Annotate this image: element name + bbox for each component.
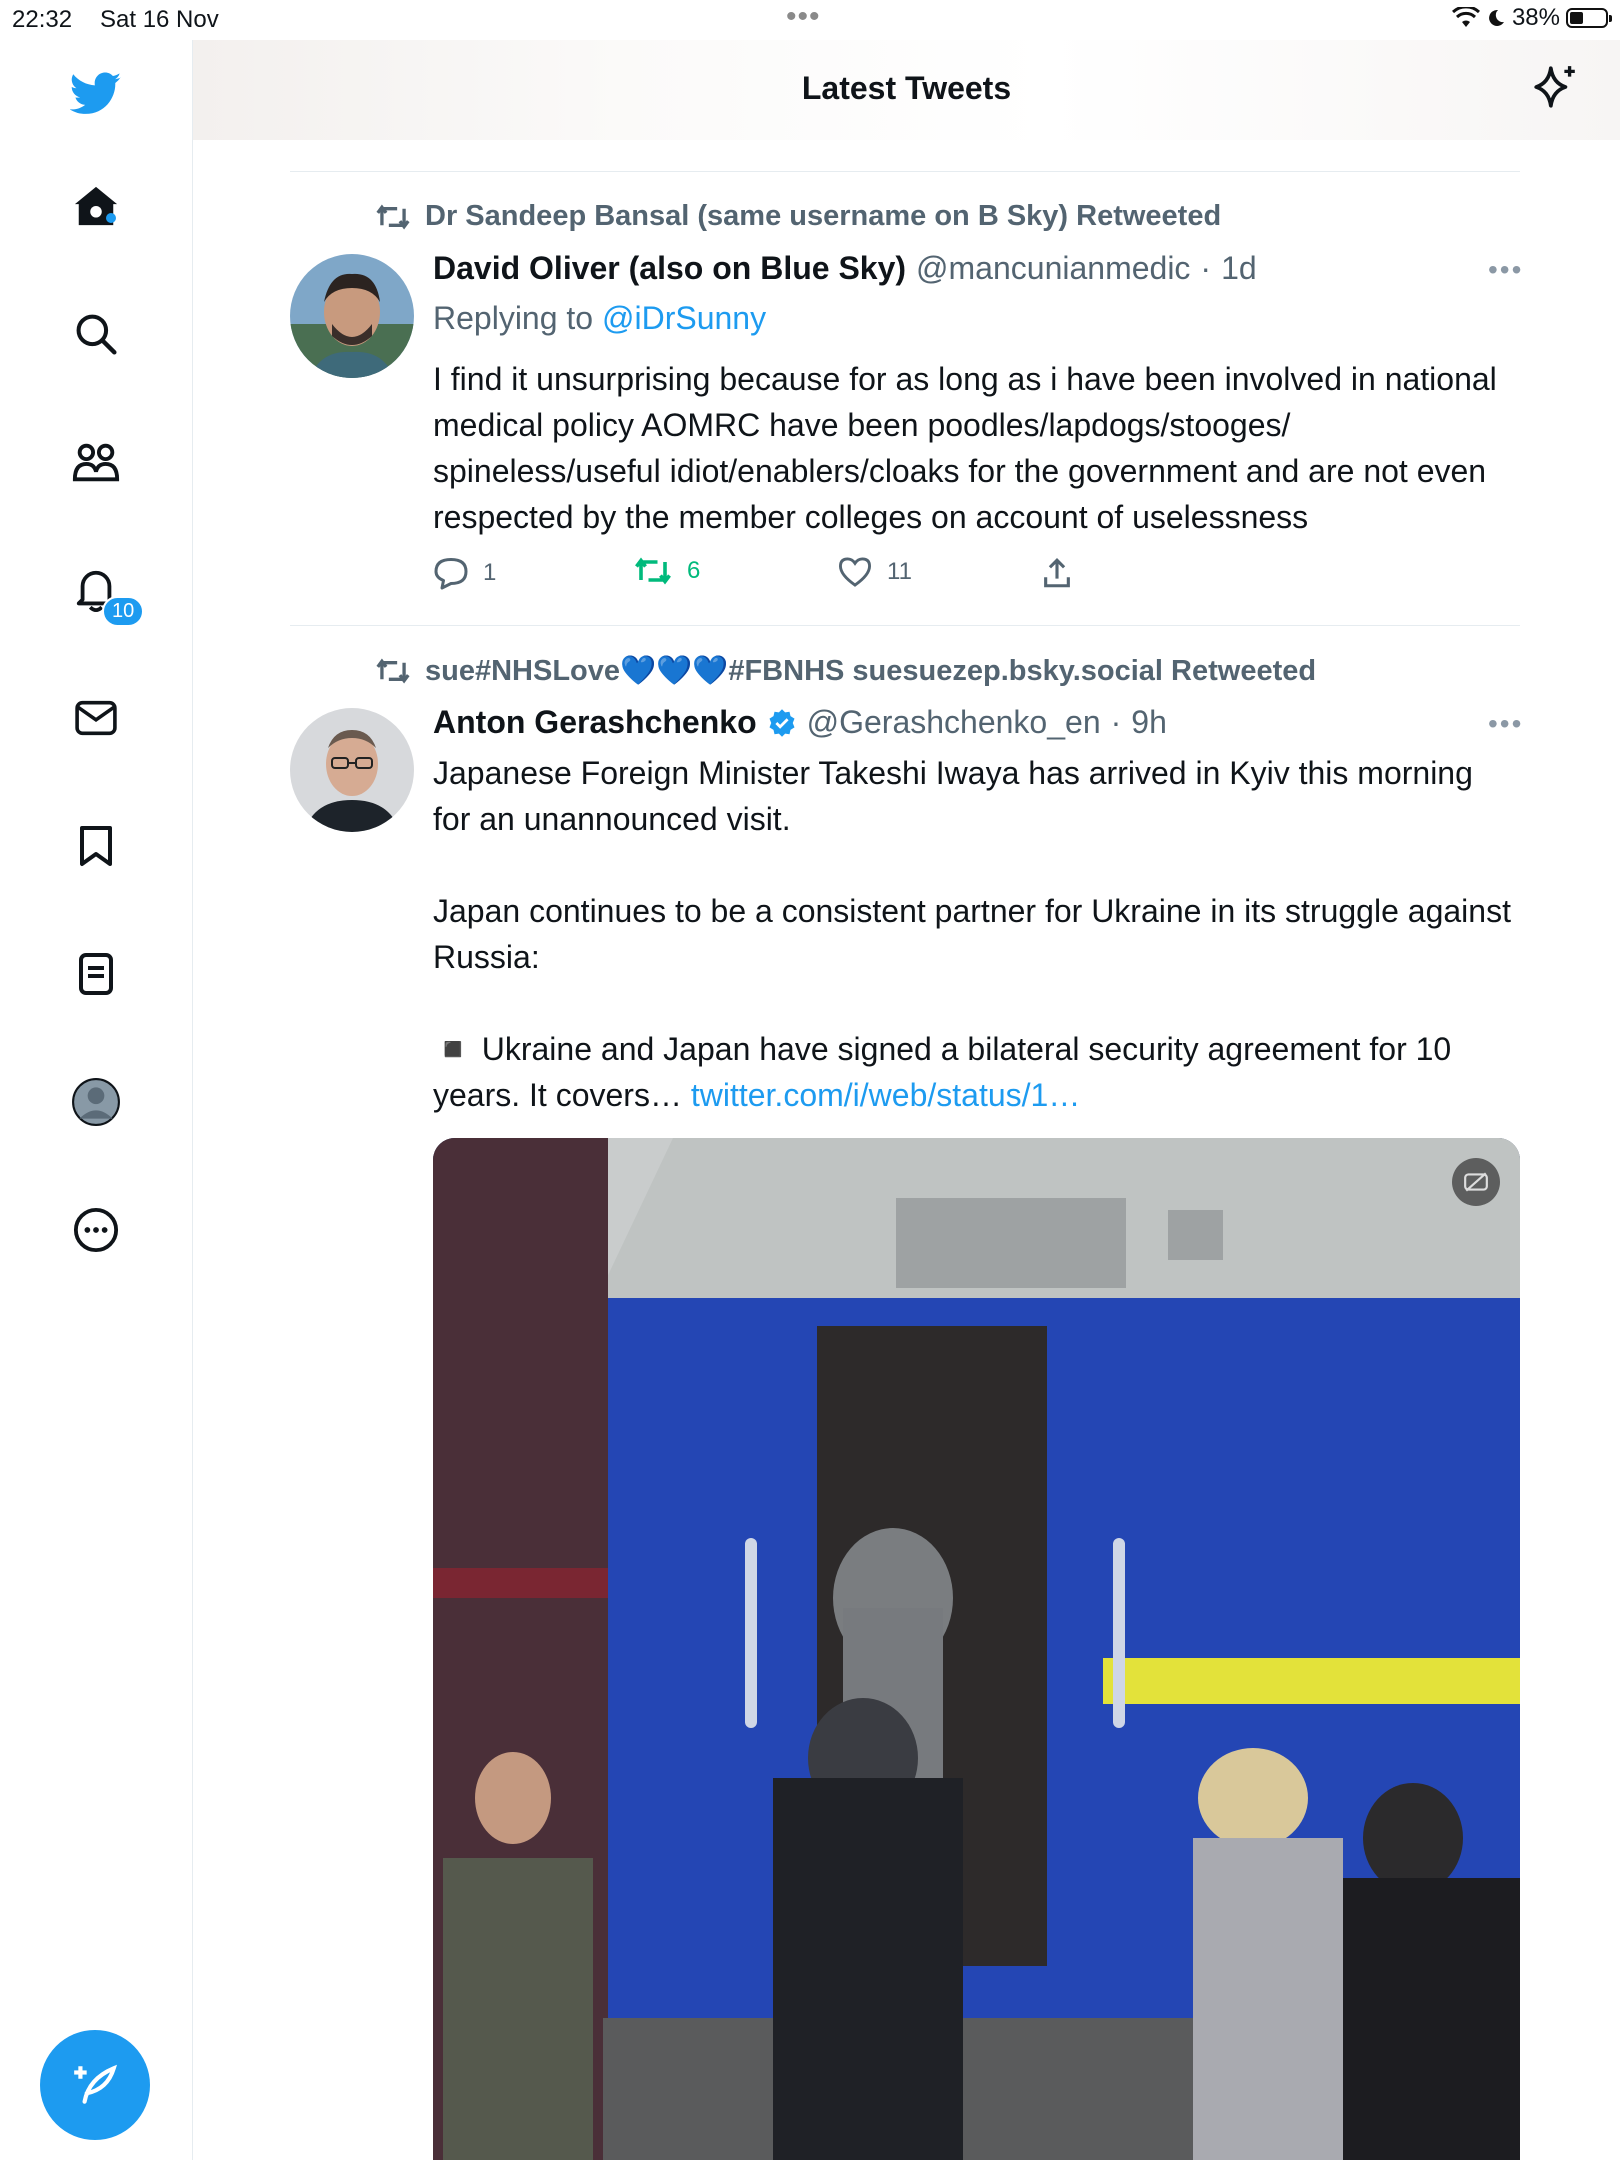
author-handle[interactable]: @Gerashchenko_en	[807, 704, 1101, 741]
status-bar: 22:32 Sat 16 Nov ••• 38%	[0, 0, 1620, 40]
author-name[interactable]: David Oliver (also on Blue Sky)	[433, 250, 906, 287]
page-title: Latest Tweets	[801, 70, 1012, 106]
profile-avatar-icon[interactable]	[70, 1076, 122, 1128]
wifi-icon	[1451, 7, 1480, 27]
retweet-context: sue#NHSLove💙💙💙#FBNHS suesuezep.bsky.soci…	[375, 654, 1316, 688]
notifications-badge: 10	[102, 596, 145, 627]
replying-to-handle[interactable]: @iDrSunny	[602, 300, 766, 336]
share-icon	[1044, 558, 1070, 588]
bookmarks-icon[interactable]	[70, 820, 122, 872]
compose-tweet-button[interactable]	[40, 2030, 150, 2140]
battery-icon	[1566, 8, 1612, 28]
like-count: 11	[887, 558, 912, 585]
status-time: 22:32	[12, 6, 73, 33]
retweet-icon	[376, 658, 410, 684]
compose-feather-icon	[74, 2064, 118, 2104]
timeline-header: Latest Tweets	[193, 40, 1620, 140]
retweet-context: Dr Sandeep Bansal (same username on B Sk…	[375, 200, 1221, 233]
tweet-more-icon[interactable]: •••	[1488, 254, 1523, 286]
tweet-video[interactable]	[433, 1138, 1520, 2160]
author-name[interactable]: Anton Gerashchenko	[433, 704, 757, 741]
separator: ·	[1110, 704, 1122, 740]
tweet-author-line: Anton Gerashchenko @Gerashchenko_en · 9h	[433, 704, 1167, 741]
retweet-icon	[376, 204, 410, 229]
retweet-button[interactable]: 6	[633, 556, 700, 586]
tweet-text: I find it unsurprising because for as lo…	[433, 361, 1497, 535]
tweet-paragraph: Japan continues to be a consistent partn…	[433, 893, 1511, 975]
separator: ·	[1200, 250, 1212, 286]
like-button[interactable]: 11	[837, 556, 912, 588]
tweet-link[interactable]: twitter.com/i/web/status/1…	[691, 1077, 1080, 1113]
communities-icon[interactable]	[70, 436, 122, 488]
battery-percent: 38%	[1511, 4, 1560, 31]
author-handle[interactable]: @mancunianmedic	[916, 250, 1190, 287]
divider	[290, 171, 1520, 172]
replying-prefix: Replying to	[433, 300, 594, 336]
video-captions-icon[interactable]	[1452, 1158, 1500, 1206]
tweet-text: Japanese Foreign Minister Takeshi Iwaya …	[433, 750, 1513, 1118]
reply-count: 1	[483, 559, 497, 586]
tweet-author-line: David Oliver (also on Blue Sky) @mancuni…	[433, 250, 1257, 287]
video-frame	[433, 1138, 1520, 2160]
tweet-time[interactable]: 1d	[1221, 250, 1257, 287]
home-unread-dot	[106, 213, 116, 223]
sparkle-icon[interactable]	[1530, 62, 1580, 117]
home-icon[interactable]	[70, 180, 122, 232]
retweeted-by-text[interactable]: sue#NHSLove💙💙💙#FBNHS suesuezep.bsky.soci…	[425, 654, 1316, 688]
retweet-count: 6	[687, 557, 701, 584]
heart-icon	[838, 557, 872, 587]
verified-badge-icon	[769, 708, 795, 737]
retweeted-by-text[interactable]: Dr Sandeep Bansal (same username on B Sk…	[425, 200, 1221, 233]
tweet-time[interactable]: 9h	[1131, 704, 1167, 741]
tweet-paragraph: Japanese Foreign Minister Takeshi Iwaya …	[433, 755, 1473, 837]
status-date: Sat 16 Nov	[100, 6, 219, 33]
multitasking-dots-icon[interactable]: •••	[786, 0, 821, 34]
moon-icon	[1489, 9, 1504, 26]
divider	[290, 625, 1520, 626]
share-button[interactable]	[1041, 556, 1073, 590]
twitter-logo-icon[interactable]	[70, 68, 122, 120]
avatar[interactable]	[290, 708, 414, 832]
lists-icon[interactable]	[70, 948, 122, 1000]
tweet-paragraph: ◾️ Ukraine and Japan have signed a bilat…	[433, 1026, 1513, 1118]
retweet-icon	[635, 557, 671, 585]
more-options-icon[interactable]	[70, 1204, 122, 1256]
reply-button[interactable]: 1	[433, 556, 496, 590]
reply-icon	[434, 558, 468, 590]
messages-icon[interactable]	[70, 692, 122, 744]
tweet-more-icon[interactable]: •••	[1488, 708, 1523, 740]
replying-to-line: Replying to @iDrSunny	[433, 300, 766, 337]
sidebar: 10	[0, 40, 193, 2160]
avatar[interactable]	[290, 254, 414, 378]
search-icon[interactable]	[70, 308, 122, 360]
